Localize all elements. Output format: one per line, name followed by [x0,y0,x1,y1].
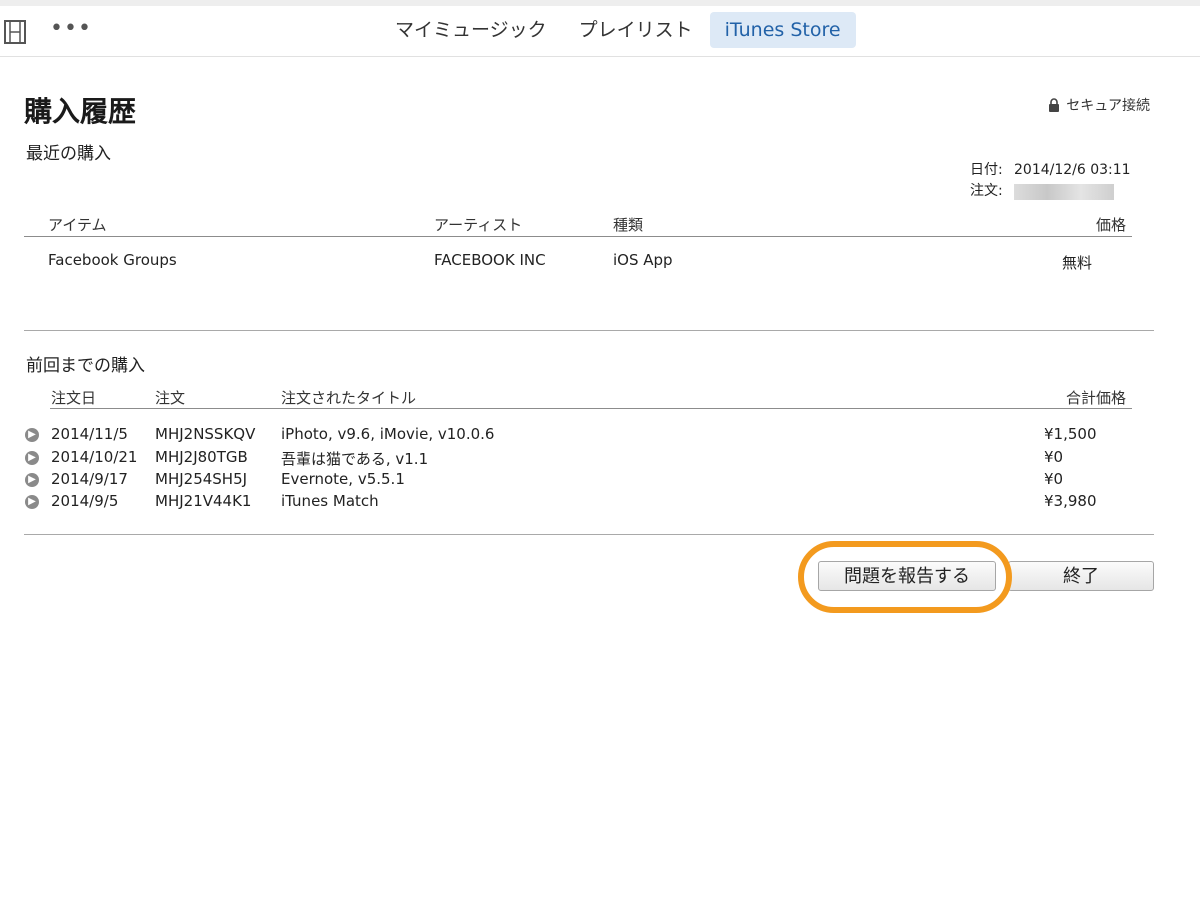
col-header-price: 価格 [1095,216,1126,234]
secure-label: セキュア接続 [1066,98,1150,114]
order-number: MHJ2J80TGB [155,448,248,466]
order-meta: 日付: 2014/12/6 03:11 注文: [970,160,1131,202]
order-number: MHJ254SH5J [155,470,248,488]
toolbar: ••• マイミュージック プレイリスト iTunes Store [0,6,1200,57]
previous-purchases-title: 前回までの購入 [26,356,145,376]
order-date: 2014/9/5 [51,492,119,510]
recent-row-price: 無料 [1061,254,1092,272]
order-titles: Evernote, v5.5.1 [281,470,405,488]
col-header-item: アイテム [48,216,107,234]
highlight-ring [798,541,1012,613]
order-total: ¥0 [1044,470,1064,488]
order-date: 2014/9/17 [51,470,128,488]
tab-bar: マイミュージック プレイリスト iTunes Store [380,12,858,48]
section-divider [24,330,1154,331]
order-total: ¥0 [1044,448,1064,466]
order-titles: 吾輩は猫である, v1.1 [281,450,429,468]
done-button[interactable]: 終了 [1008,561,1154,591]
order-titles: iPhoto, v9.6, iMovie, v10.0.6 [281,425,495,443]
previous-header-divider [50,408,1132,409]
recent-row-artist: FACEBOOK INC [434,251,546,269]
col-header-artist: アーティスト [434,216,523,234]
bottom-divider [24,534,1154,535]
order-label: 注文: [970,183,1003,199]
recent-row-item: Facebook Groups [48,251,177,269]
tab-my-music[interactable]: マイミュージック [380,12,562,48]
secure-connection-indicator: セキュア接続 [1048,95,1150,115]
more-icon[interactable]: ••• [50,18,92,40]
col-header-order: 注文 [155,389,186,407]
recent-purchases-title: 最近の購入 [26,144,111,164]
arrow-right-circle-icon[interactable]: ▶ [25,473,39,487]
col-header-total: 合計価格 [1065,389,1126,407]
order-titles: iTunes Match [281,492,379,510]
date-label: 日付: [970,162,1003,178]
recent-row-kind: iOS App [613,251,673,269]
order-number: MHJ2NSSKQV [155,425,256,443]
col-header-titles: 注文されたタイトル [281,389,417,407]
order-total: ¥1,500 [1044,425,1097,443]
order-number-redacted [1014,184,1114,200]
lock-icon [1049,98,1060,112]
col-header-order-date: 注文日 [51,389,97,407]
page-title: 購入履歴 [24,95,137,128]
film-icon[interactable] [4,20,26,44]
arrow-right-circle-icon[interactable]: ▶ [25,451,39,465]
col-header-kind: 種類 [613,216,644,234]
date-value: 2014/12/6 03:11 [1014,162,1131,178]
tab-playlists[interactable]: プレイリスト [564,12,708,48]
order-date: 2014/10/21 [51,448,138,466]
order-date: 2014/11/5 [51,425,128,443]
recent-header-divider [24,236,1132,237]
arrow-right-circle-icon[interactable]: ▶ [25,495,39,509]
tab-itunes-store[interactable]: iTunes Store [709,12,856,48]
order-number: MHJ21V44K1 [155,492,252,510]
order-total: ¥3,980 [1044,492,1097,510]
arrow-right-circle-icon[interactable]: ▶ [25,428,39,442]
